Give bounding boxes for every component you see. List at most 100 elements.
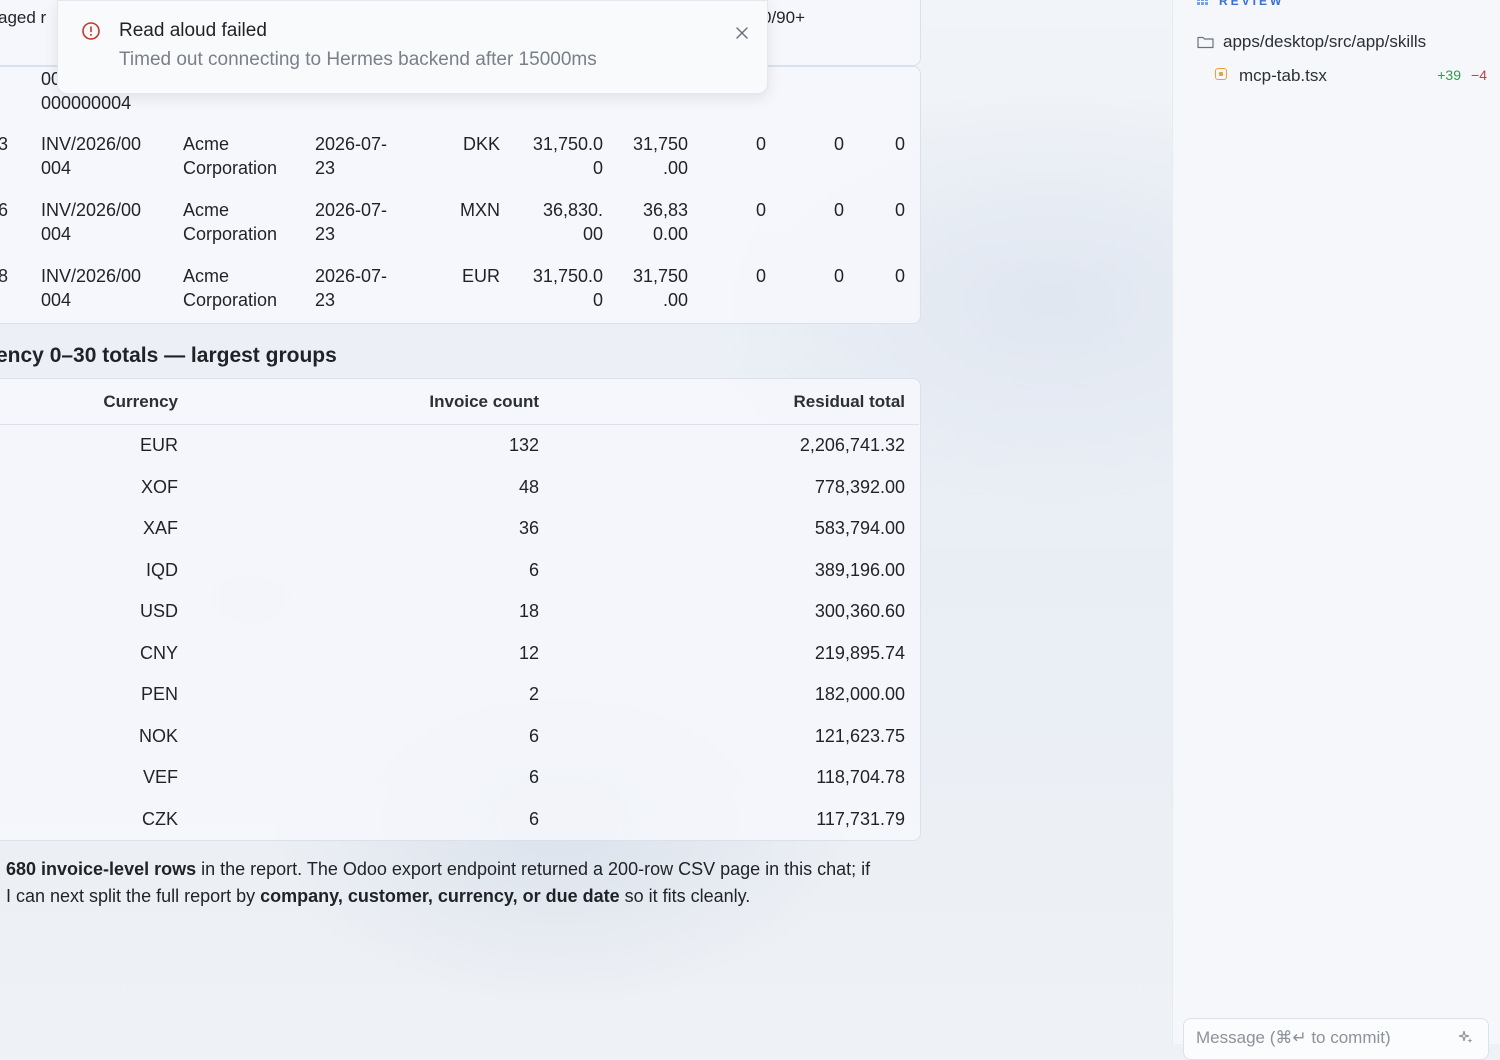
currency-cell: PEN bbox=[140, 684, 178, 704]
residual-cell: 389,196.00 bbox=[814, 560, 905, 580]
review-icon bbox=[1197, 0, 1208, 5]
header-divider bbox=[0, 424, 919, 425]
invoice-number: 004 bbox=[41, 290, 72, 310]
currency: MXN bbox=[460, 200, 500, 220]
due-date: 2026-07- bbox=[315, 134, 388, 154]
residual-cell: 182,000.00 bbox=[814, 684, 905, 704]
residual-cell: 117,731.79 bbox=[816, 809, 905, 829]
summary-text: I can next split the full report by bbox=[6, 886, 261, 906]
summary-emphasis: 680 invoice-level rows bbox=[6, 859, 197, 879]
commit-message-placeholder: Message (⌘↵ to commit) bbox=[1196, 1028, 1391, 1047]
bucket-value: 0 bbox=[833, 134, 844, 154]
invoice-number: INV/2026/00 bbox=[41, 266, 142, 286]
toast-message: Timed out connecting to Hermes backend a… bbox=[119, 49, 597, 70]
bucket-value: 0 bbox=[894, 266, 905, 286]
assistant-summary: 680 invoice-level rows in the report. Th… bbox=[6, 856, 921, 910]
amount: 00 bbox=[582, 224, 603, 244]
count-cell: 36 bbox=[518, 518, 539, 538]
currency-cell: VEF bbox=[142, 767, 178, 787]
residual: 31,750 bbox=[632, 266, 688, 286]
summary-text: in the report. The Odoo export endpoint … bbox=[196, 859, 871, 879]
amount: 31,750.0 bbox=[532, 266, 603, 286]
partner: Corporation bbox=[183, 224, 278, 244]
residual-cell: 219,895.74 bbox=[814, 643, 905, 663]
partner: Corporation bbox=[183, 290, 278, 310]
deletions-count: −4 bbox=[1471, 67, 1487, 83]
additions-count: +39 bbox=[1437, 67, 1461, 83]
partner: Acme bbox=[183, 266, 230, 286]
folder-path: apps/desktop/src/app/skills bbox=[1223, 32, 1427, 51]
amount: 31,750.0 bbox=[532, 134, 603, 154]
summary-emphasis: company, customer, currency, or due date bbox=[260, 886, 620, 906]
bucket-value: 0 bbox=[755, 134, 766, 154]
residual-cell: 121,623.75 bbox=[814, 726, 905, 746]
residual: 0.00 bbox=[652, 224, 688, 244]
residual-cell: 2,206,741.32 bbox=[799, 435, 905, 455]
summary-text: so it fits cleanly. bbox=[619, 886, 751, 906]
residual: .00 bbox=[662, 290, 688, 310]
bucket-value: 0 bbox=[833, 200, 844, 220]
due-date: 23 bbox=[315, 290, 336, 310]
modified-file-icon bbox=[1215, 68, 1227, 80]
column-header-currency: Currency bbox=[103, 392, 178, 411]
toast-title: Read aloud failed bbox=[119, 20, 267, 41]
currency-cell: IQD bbox=[145, 560, 178, 580]
currency: EUR bbox=[461, 266, 500, 286]
bucket-value: 0 bbox=[755, 266, 766, 286]
currency-cell: NOK bbox=[138, 726, 178, 746]
count-cell: 6 bbox=[528, 560, 539, 580]
review-section-label: REVIEW bbox=[1219, 0, 1285, 8]
column-header-invoice-count: Invoice count bbox=[429, 392, 539, 411]
currency-cell: XOF bbox=[140, 477, 178, 497]
alert-circle-icon bbox=[82, 22, 100, 40]
count-cell: 2 bbox=[528, 684, 539, 704]
chat-pane: aged r 0/90+ 00 000000004 3 INV/2026/00 … bbox=[0, 0, 1172, 1044]
bucket-value: 0 bbox=[894, 200, 905, 220]
residual: .00 bbox=[662, 158, 688, 178]
residual-cell: 300,360.60 bbox=[814, 601, 905, 621]
currency-cell: EUR bbox=[139, 435, 178, 455]
invoice-number-fragment: 000000004 bbox=[41, 93, 132, 113]
invoice-number: 004 bbox=[41, 224, 72, 244]
count-cell: 132 bbox=[508, 435, 539, 455]
currency-cell: CNY bbox=[139, 643, 178, 663]
residual-cell: 583,794.00 bbox=[814, 518, 905, 538]
residual: 36,83 bbox=[642, 200, 688, 220]
file-name: mcp-tab.tsx bbox=[1239, 66, 1327, 85]
amount: 0 bbox=[592, 290, 603, 310]
invoice-number: INV/2026/00 bbox=[41, 200, 142, 220]
currency-cell: CZK bbox=[142, 809, 178, 829]
count-cell: 6 bbox=[528, 767, 539, 787]
aging-table-label-fragment: aged r bbox=[0, 8, 47, 27]
commit-message-input[interactable]: Message (⌘↵ to commit) bbox=[1183, 1018, 1489, 1060]
row-id: 3 bbox=[0, 134, 9, 154]
amount: 0 bbox=[592, 158, 603, 178]
bucket-value: 0 bbox=[755, 200, 766, 220]
residual-cell: 778,392.00 bbox=[814, 477, 905, 497]
currency-cell: USD bbox=[139, 601, 178, 621]
partner: Acme bbox=[183, 200, 230, 220]
sparkle-icon[interactable] bbox=[1458, 1029, 1474, 1045]
currency: DKK bbox=[462, 134, 500, 154]
currency-cell: XAF bbox=[142, 518, 178, 538]
due-date: 23 bbox=[315, 158, 336, 178]
invoice-number: 004 bbox=[41, 158, 72, 178]
section-heading: ency 0–30 totals — largest groups bbox=[0, 344, 337, 367]
error-toast: Read aloud failed Timed out connecting t… bbox=[57, 0, 768, 94]
count-cell: 12 bbox=[518, 643, 539, 663]
aging-bucket-fragment: 0/90+ bbox=[762, 8, 806, 27]
count-cell: 6 bbox=[528, 726, 539, 746]
folder-item[interactable]: apps/desktop/src/app/skills bbox=[1197, 32, 1426, 52]
due-date: 2026-07- bbox=[315, 200, 388, 220]
partner: Acme bbox=[183, 134, 230, 154]
due-date: 2026-07- bbox=[315, 266, 388, 286]
bucket-value: 0 bbox=[833, 266, 844, 286]
amount: 36,830. bbox=[542, 200, 603, 220]
review-sidebar: REVIEW apps/desktop/src/app/skills mcp-t… bbox=[1172, 0, 1500, 1060]
row-id: 8 bbox=[0, 266, 9, 286]
column-header-residual-total: Residual total bbox=[793, 392, 905, 411]
close-icon[interactable] bbox=[734, 25, 750, 41]
folder-icon bbox=[1197, 36, 1214, 49]
count-cell: 6 bbox=[528, 809, 539, 829]
residual-cell: 118,704.78 bbox=[816, 767, 905, 787]
